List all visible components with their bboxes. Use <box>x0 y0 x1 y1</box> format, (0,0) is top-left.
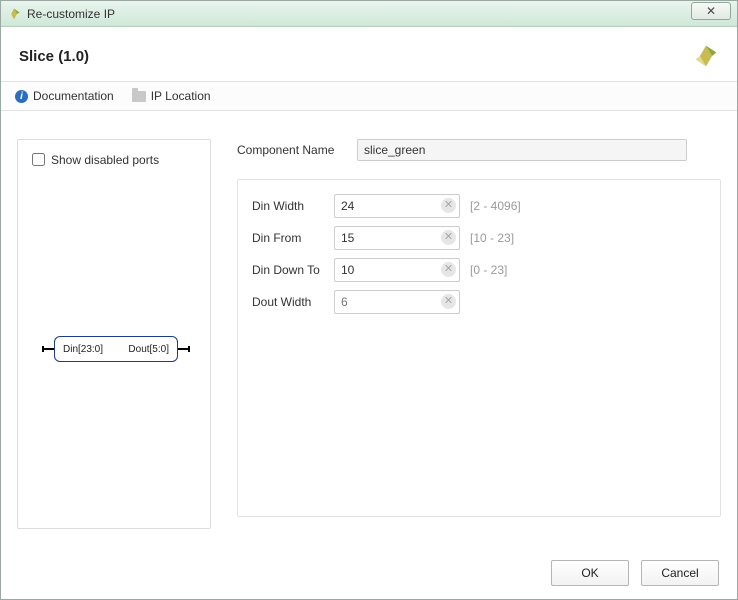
close-icon: ✕ <box>706 4 716 18</box>
clear-icon[interactable]: ✕ <box>441 230 456 245</box>
info-icon: i <box>15 90 28 103</box>
param-input-wrap: ✕ <box>334 258 460 282</box>
page-title: Slice (1.0) <box>19 48 89 65</box>
component-name-label: Component Name <box>237 143 357 157</box>
param-input-wrap: ✕ <box>334 226 460 250</box>
param-label: Dout Width <box>252 295 334 309</box>
param-hint: [0 - 23] <box>470 263 507 277</box>
clear-icon[interactable]: ✕ <box>441 294 456 309</box>
documentation-link[interactable]: i Documentation <box>15 89 114 103</box>
ip-location-label: IP Location <box>151 89 211 103</box>
block-pin-right <box>178 348 188 350</box>
config-panel: Component Name Din Width ✕ [2 - 4096] Di… <box>237 139 721 529</box>
ip-block: Din[23:0] Dout[5:0] <box>54 336 178 362</box>
dialog-window: Re-customize IP ✕ Slice (1.0) i Document… <box>0 0 738 600</box>
show-disabled-ports-checkbox[interactable]: Show disabled ports <box>28 150 200 169</box>
param-input-wrap: ✕ <box>334 290 460 314</box>
param-label: Din From <box>252 231 334 245</box>
parameter-group: Din Width ✕ [2 - 4096] Din From ✕ [10 - … <box>237 179 721 517</box>
block-dout-label: Dout[5:0] <box>128 344 169 355</box>
header: Slice (1.0) <box>1 27 737 81</box>
clear-icon[interactable]: ✕ <box>441 198 456 213</box>
param-row-din-width: Din Width ✕ [2 - 4096] <box>252 194 706 218</box>
brand-icon <box>693 43 719 69</box>
documentation-label: Documentation <box>33 89 114 103</box>
window-title: Re-customize IP <box>27 7 115 21</box>
component-name-row: Component Name <box>237 139 721 161</box>
param-row-din-down-to: Din Down To ✕ [0 - 23] <box>252 258 706 282</box>
block-pin-left <box>44 348 54 350</box>
titlebar: Re-customize IP ✕ <box>1 1 737 27</box>
folder-icon <box>132 91 146 102</box>
param-hint: [2 - 4096] <box>470 199 521 213</box>
ok-button[interactable]: OK <box>551 560 629 586</box>
clear-icon[interactable]: ✕ <box>441 262 456 277</box>
param-label: Din Width <box>252 199 334 213</box>
toolbar: i Documentation IP Location <box>1 81 737 111</box>
block-din-label: Din[23:0] <box>63 344 103 355</box>
param-input-wrap: ✕ <box>334 194 460 218</box>
component-name-input[interactable] <box>357 139 687 161</box>
app-icon <box>7 7 21 21</box>
param-label: Din Down To <box>252 263 334 277</box>
dialog-body: Show disabled ports Din[23:0] Dout[5:0] … <box>1 111 737 545</box>
param-hint: [10 - 23] <box>470 231 514 245</box>
cancel-button[interactable]: Cancel <box>641 560 719 586</box>
show-disabled-ports-label: Show disabled ports <box>51 153 159 167</box>
param-row-dout-width: Dout Width ✕ <box>252 290 706 314</box>
param-row-din-from: Din From ✕ [10 - 23] <box>252 226 706 250</box>
show-disabled-ports-input[interactable] <box>32 153 45 166</box>
close-button[interactable]: ✕ <box>691 2 731 20</box>
ip-location-link[interactable]: IP Location <box>132 89 211 103</box>
footer: OK Cancel <box>1 547 737 599</box>
preview-panel: Show disabled ports Din[23:0] Dout[5:0] <box>17 139 211 529</box>
